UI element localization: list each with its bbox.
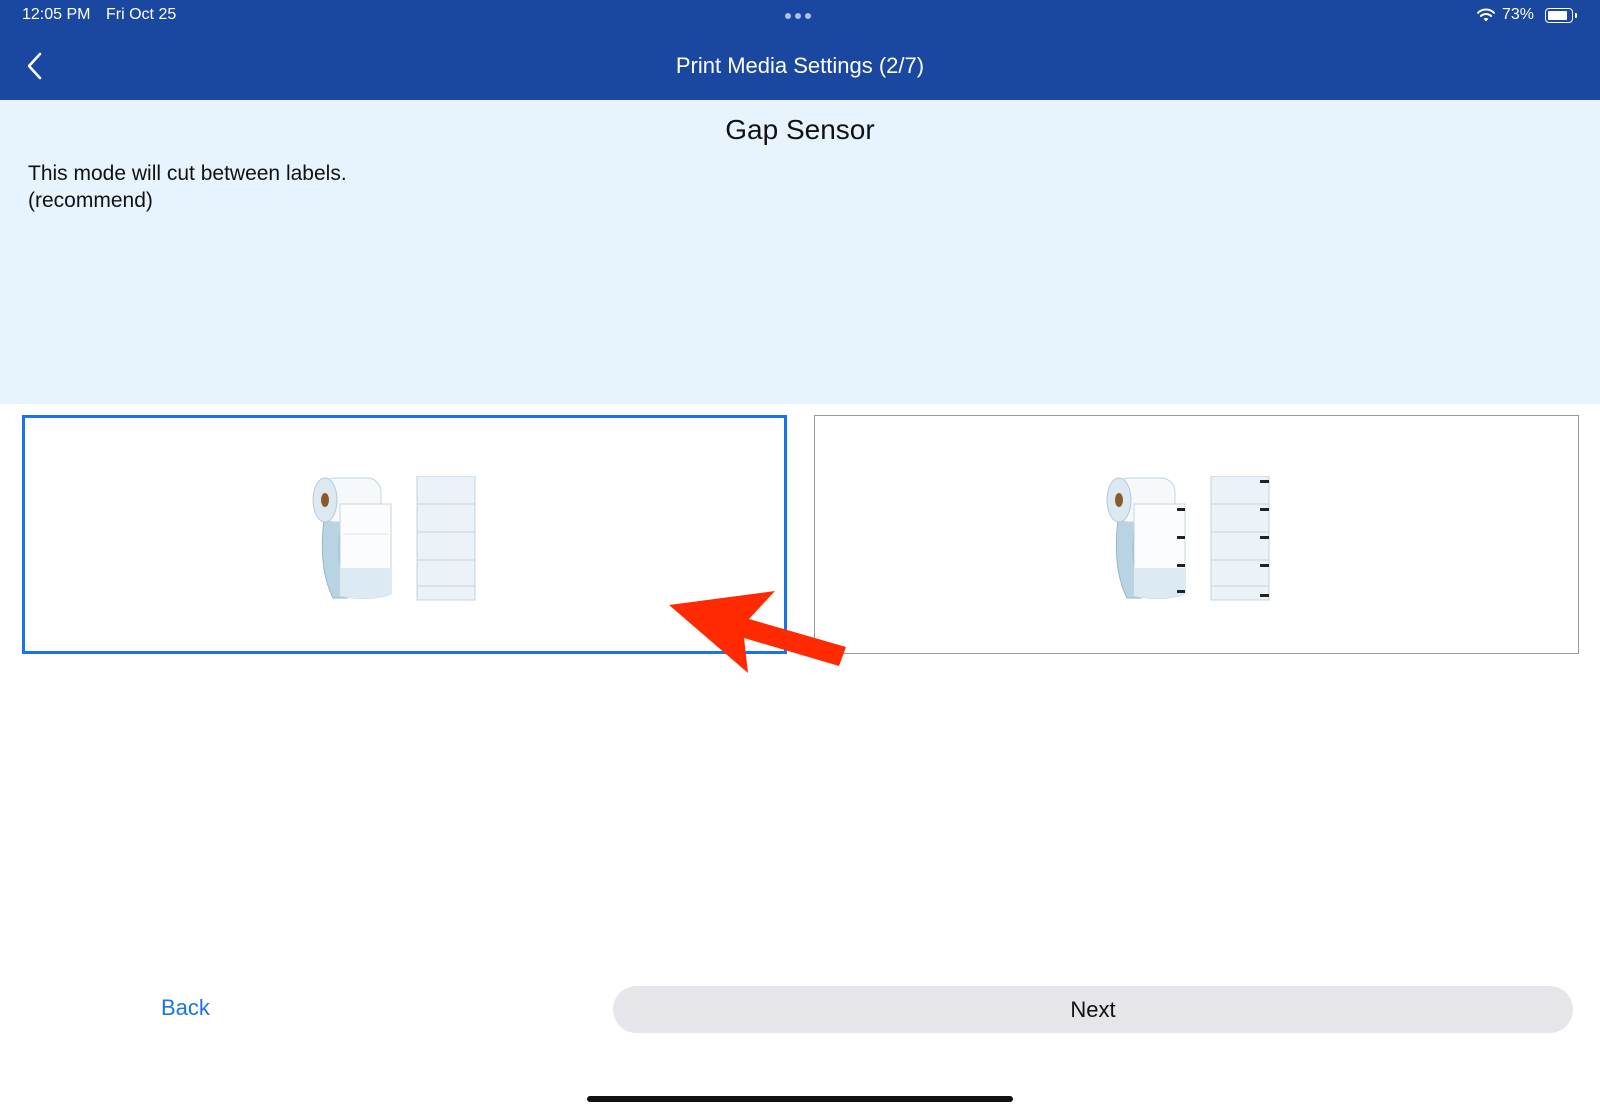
- sensor-description: This mode will cut between labels. (reco…: [28, 160, 347, 214]
- battery-percent: 73%: [1502, 6, 1535, 23]
- sensor-info-panel: Gap Sensor This mode will cut between la…: [0, 100, 1600, 404]
- next-button[interactable]: Next: [613, 986, 1573, 1033]
- status-date: Fri Oct 25: [106, 6, 177, 23]
- wifi-icon: [1477, 8, 1495, 22]
- multitasking-dots-icon[interactable]: [785, 13, 811, 19]
- label-roll-black-mark-icon: [1106, 476, 1270, 601]
- status-time: 12:05 PM: [22, 6, 91, 23]
- description-line-1: This mode will cut between labels.: [28, 162, 347, 185]
- page-title: Print Media Settings (2/7): [675, 53, 925, 78]
- sensor-title: Gap Sensor: [725, 114, 875, 145]
- back-button[interactable]: Back: [161, 995, 210, 1021]
- home-indicator[interactable]: [587, 1096, 1013, 1102]
- top-bar: 12:05 PM Fri Oct 25 73% Print Media Sett…: [0, 0, 1600, 100]
- description-line-2: (recommend): [28, 189, 153, 212]
- label-roll-gap-icon: [312, 476, 476, 601]
- annotation-arrow-icon: [669, 591, 846, 673]
- battery-icon: [1545, 8, 1577, 23]
- black-mark-option[interactable]: [814, 415, 1579, 654]
